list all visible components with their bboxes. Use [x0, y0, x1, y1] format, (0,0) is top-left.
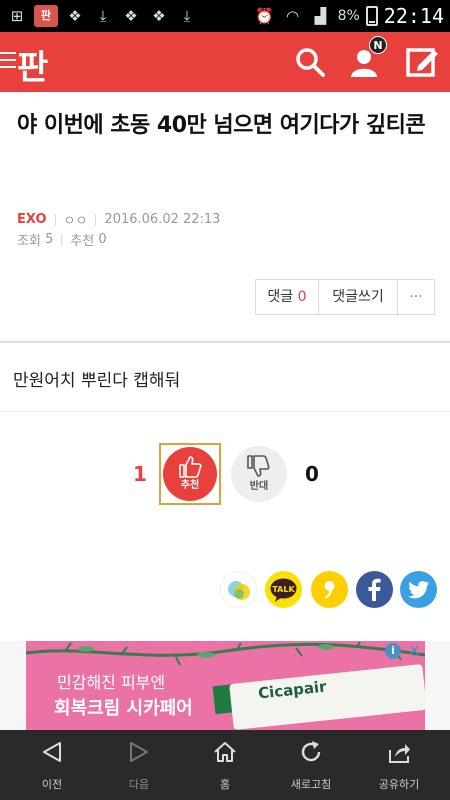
share-kakaotalk-button[interactable]: TALK: [265, 571, 302, 608]
bottom-nav: 이전 다음 홈 새로고침 공유하기: [0, 730, 450, 800]
post-stats: 조회 5 추천 0: [17, 230, 107, 249]
signal-icon: ▟: [314, 7, 327, 25]
upvote-label: 추천: [180, 480, 200, 491]
nav-refresh-button[interactable]: 새로고침: [266, 730, 356, 800]
write-icon[interactable]: [404, 44, 440, 80]
divider: [54, 213, 56, 226]
post-category[interactable]: EXO: [17, 212, 47, 227]
nav-forward-label: 다음: [128, 778, 150, 791]
more-button[interactable]: ···: [398, 280, 434, 314]
upvote-button[interactable]: 추천: [159, 443, 221, 505]
ad-close-icon[interactable]: ✕: [408, 641, 421, 660]
battery-percent: 8%: [337, 8, 360, 24]
dropbox-icon: ❖: [152, 7, 166, 25]
nav-back-label: 이전: [41, 778, 63, 791]
vine-decoration: [26, 641, 425, 666]
nav-home-button[interactable]: 홈: [180, 730, 270, 800]
download-icon: ⤓: [183, 7, 191, 25]
downvote-button[interactable]: 반대: [231, 446, 287, 502]
share-facebook-button[interactable]: [356, 571, 393, 608]
back-arrow-icon: [43, 742, 61, 762]
ad-banner[interactable]: 민감해진 피부엔 회복크림 시카페어 Cicapair i ✕: [26, 641, 425, 730]
post-title: 야 이번에 초동 40만 넘으면 여기다가 깊티콘: [17, 113, 426, 138]
divider: [95, 213, 97, 226]
nav-back-button[interactable]: 이전: [7, 730, 97, 800]
nav-share-button[interactable]: 공유하기: [354, 730, 444, 800]
add-notification-icon: ⊞: [10, 7, 24, 25]
twitter-icon: [408, 581, 429, 599]
pann-app-icon: 판: [34, 5, 58, 27]
home-icon: [214, 742, 236, 762]
divider: [61, 233, 63, 246]
battery-icon: [365, 6, 378, 26]
ad-subheadline: 회복크림 시카페어: [54, 698, 193, 719]
search-icon[interactable]: [292, 44, 328, 80]
menu-icon[interactable]: [0, 52, 16, 68]
upvote-circle: 추천: [163, 447, 217, 501]
facebook-icon: [368, 578, 381, 601]
ad-headline: 민감해진 피부엔: [57, 673, 166, 692]
share-comma-button[interactable]: [311, 571, 348, 608]
forward-arrow-icon: [130, 742, 148, 762]
nav-home-label: 홈: [219, 778, 231, 791]
downvote-label: 반대: [249, 481, 269, 492]
nav-refresh-label: 새로고침: [290, 778, 332, 791]
kakaotalk-text: TALK: [272, 585, 295, 594]
thumbs-down-icon: [247, 455, 270, 477]
comments-label: 댓글: [267, 289, 294, 305]
share-icon: [389, 744, 410, 763]
section-divider: [0, 411, 450, 412]
download-icon: ⤓: [99, 7, 107, 25]
views-label: 조회: [17, 234, 41, 249]
nav-forward-button[interactable]: 다음: [94, 730, 184, 800]
post-date: 2016.06.02 22:13: [104, 212, 221, 227]
share-kakaostory-button[interactable]: [220, 571, 257, 608]
notification-badge: N: [369, 36, 387, 54]
pann-logo[interactable]: 판: [17, 40, 48, 89]
kakaotalk-icon: TALK: [270, 578, 297, 602]
views-count: 5: [45, 232, 54, 247]
downvote-count: 0: [305, 462, 319, 486]
share-twitter-button[interactable]: [400, 571, 437, 608]
dropbox-icon: ❖: [124, 7, 138, 25]
refresh-icon: [301, 741, 321, 762]
comma-icon: [324, 581, 335, 599]
recommends-label: 추천: [70, 234, 95, 249]
write-comment-button[interactable]: 댓글쓰기: [319, 280, 398, 314]
app-header: 판 N: [0, 32, 450, 92]
wifi-icon: ◠: [286, 7, 300, 25]
clock: 22:14: [383, 4, 444, 28]
dropbox-icon: ❖: [68, 7, 82, 25]
section-divider: [0, 341, 450, 343]
alarm-icon: ⏰: [255, 7, 274, 25]
post-body: 만원어치 뿌린다 캡해둬: [13, 371, 181, 391]
upvote-count: 1: [133, 462, 147, 486]
post-author: ㅇㅇ: [63, 214, 88, 229]
comment-actions: 댓글 0 댓글쓰기 ···: [255, 279, 435, 315]
comments-button[interactable]: 댓글 0: [256, 280, 319, 314]
kakaostory-icon: [228, 581, 250, 600]
comments-count: 0: [297, 289, 307, 305]
nav-share-label: 공유하기: [378, 778, 420, 791]
status-bar: ⊞ 판 ❖ ⤓ ❖ ❖ ⤓ ⏰ ◠ ▟ 8% 22:14: [0, 0, 450, 32]
recommends-count: 0: [98, 232, 107, 247]
ad-info-icon[interactable]: i: [385, 643, 401, 659]
post-meta: EXO ㅇㅇ 2016.06.02 22:13: [17, 210, 220, 229]
